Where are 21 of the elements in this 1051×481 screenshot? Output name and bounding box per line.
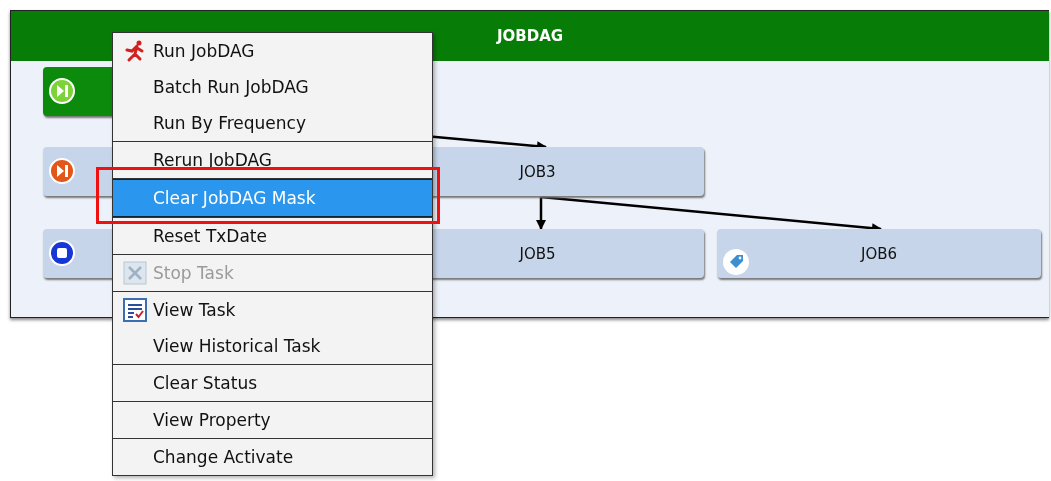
close-icon	[123, 261, 147, 285]
checklist-icon	[123, 298, 147, 322]
menu-item[interactable]: View Property	[113, 402, 432, 438]
window-title: JOBDAG	[496, 27, 564, 45]
menu-item[interactable]: Batch Run JobDAG	[113, 69, 432, 105]
menu-item[interactable]: View Historical Task	[113, 328, 432, 364]
menu-item[interactable]: View Task	[113, 292, 432, 328]
play-next-icon	[49, 158, 75, 184]
menu-item[interactable]: Change Activate	[113, 439, 432, 475]
job-label: JOB3	[519, 162, 556, 181]
job-label: JOB5	[519, 244, 556, 263]
menu-item[interactable]: Clear Status	[113, 365, 432, 401]
play-next-icon	[49, 78, 75, 104]
stop-icon	[49, 240, 75, 266]
menu-item[interactable]: Run JobDAG	[113, 33, 432, 69]
menu-item[interactable]: Run By Frequency	[113, 105, 432, 141]
job-node[interactable]: JOB6	[717, 229, 1041, 278]
tag-icon	[723, 249, 749, 275]
menu-item[interactable]: Reset TxDate	[113, 218, 432, 254]
job-label: JOB6	[860, 244, 898, 263]
menu-item[interactable]: Rerun JobDAG	[113, 142, 432, 178]
